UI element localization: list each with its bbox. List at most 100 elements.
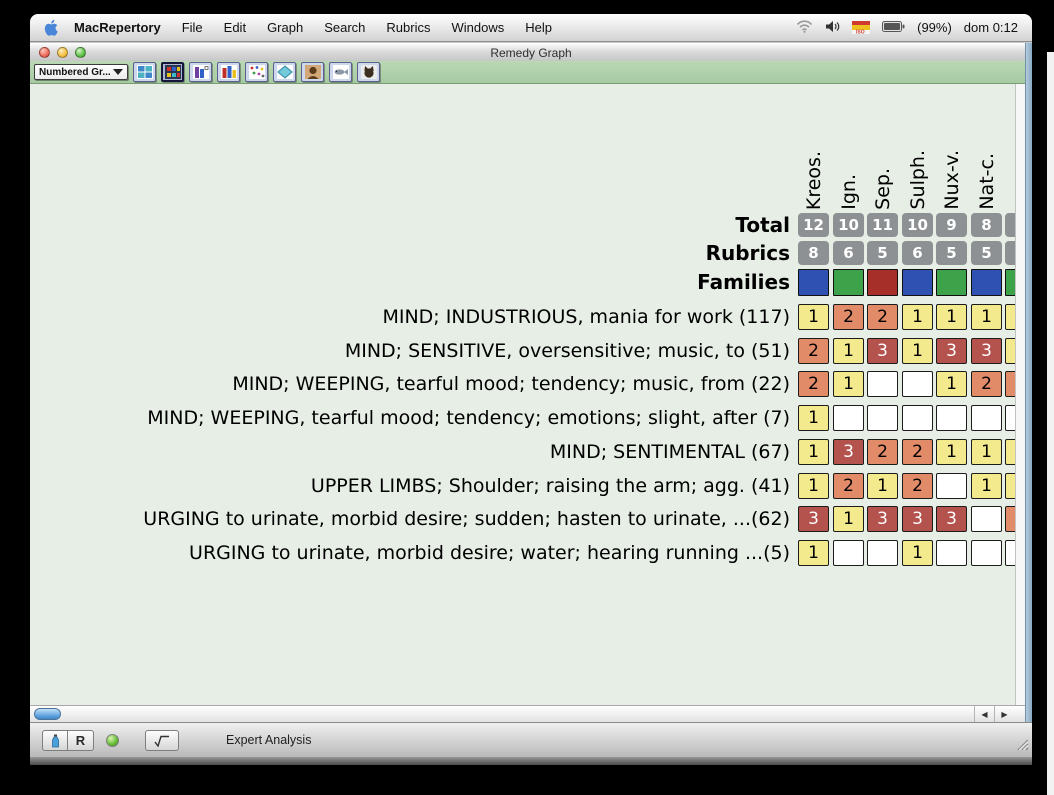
graph-style-dropdown[interactable]: Numbered Gr... xyxy=(34,64,128,80)
grade-cell[interactable]: 2 xyxy=(833,473,864,499)
grade-cell[interactable] xyxy=(1005,405,1015,431)
menu-file[interactable]: File xyxy=(182,20,203,35)
volume-icon[interactable] xyxy=(825,20,840,36)
grade-cell[interactable]: 3 xyxy=(833,439,864,465)
grade-cell[interactable]: 3 xyxy=(867,338,898,364)
grade-cell[interactable]: 1 xyxy=(867,473,898,499)
fish-view-button[interactable] xyxy=(329,62,352,82)
grade-cell[interactable] xyxy=(1005,371,1015,397)
column-header[interactable]: Nat-c. xyxy=(968,92,1005,210)
menu-search[interactable]: Search xyxy=(324,20,365,35)
column-header[interactable]: Sep. xyxy=(864,92,901,210)
menu-help[interactable]: Help xyxy=(525,20,552,35)
grade-cell[interactable] xyxy=(1005,304,1015,330)
grade-cell[interactable]: 3 xyxy=(936,338,967,364)
grade-cell[interactable]: 2 xyxy=(971,371,1002,397)
grade-cell[interactable] xyxy=(971,506,1002,532)
grade-cell[interactable]: 1 xyxy=(902,338,933,364)
quad-grid-view-button[interactable] xyxy=(133,62,156,82)
menu-graph[interactable]: Graph xyxy=(267,20,303,35)
rubric-label[interactable]: MIND; INDUSTRIOUS, mania for work (117) xyxy=(30,304,790,330)
grade-cell[interactable]: 1 xyxy=(798,405,829,431)
horizontal-scrollbar[interactable]: ◀ ▶ xyxy=(30,705,1025,722)
diamond-graph-view-button[interactable] xyxy=(273,62,296,82)
grade-cell[interactable]: 1 xyxy=(833,338,864,364)
family-cell[interactable] xyxy=(936,269,967,296)
grade-cell[interactable]: 1 xyxy=(902,304,933,330)
grade-cell[interactable]: 3 xyxy=(867,506,898,532)
family-cell[interactable] xyxy=(867,269,898,296)
grade-cell[interactable]: 2 xyxy=(798,371,829,397)
column-header[interactable]: Nux-v. xyxy=(933,92,970,210)
wifi-icon[interactable] xyxy=(796,20,813,36)
bar-graph-view-button[interactable] xyxy=(189,62,212,82)
menu-clock[interactable]: dom 0:12 xyxy=(964,20,1018,35)
grade-cell[interactable]: 3 xyxy=(971,338,1002,364)
rubric-label[interactable]: MIND; WEEPING, tearful mood; tendency; e… xyxy=(30,405,790,431)
grade-cell[interactable]: 1 xyxy=(833,506,864,532)
menu-edit[interactable]: Edit xyxy=(224,20,246,35)
grade-cell[interactable] xyxy=(833,540,864,566)
grade-cell[interactable]: 1 xyxy=(902,540,933,566)
grade-cell[interactable]: 2 xyxy=(867,439,898,465)
scroll-right-arrow[interactable]: ▶ xyxy=(994,706,1014,722)
rubric-label[interactable]: URGING to urinate, morbid desire; water;… xyxy=(30,540,790,566)
column-header[interactable]: Kreos. xyxy=(795,92,832,210)
keyboard-layout-icon[interactable]: ISO xyxy=(852,21,870,34)
menu-rubrics[interactable]: Rubrics xyxy=(386,20,430,35)
grade-cell[interactable]: 2 xyxy=(798,338,829,364)
grade-cell[interactable]: 1 xyxy=(798,439,829,465)
grade-cell[interactable] xyxy=(1005,540,1015,566)
animal-view-button[interactable] xyxy=(357,62,380,82)
grade-cell[interactable] xyxy=(867,371,898,397)
family-cell[interactable] xyxy=(902,269,933,296)
rubric-label[interactable]: URGING to urinate, morbid desire; sudden… xyxy=(30,506,790,532)
grade-cell[interactable]: 1 xyxy=(971,304,1002,330)
multibar-graph-view-button[interactable] xyxy=(217,62,240,82)
title-bar[interactable]: Remedy Graph xyxy=(30,43,1032,63)
rubric-label[interactable]: MIND; SENSITIVE, oversensitive; music, t… xyxy=(30,338,790,364)
rubric-label[interactable]: MIND; WEEPING, tearful mood; tendency; m… xyxy=(30,371,790,397)
grade-cell[interactable]: 2 xyxy=(867,304,898,330)
grade-cell[interactable]: 1 xyxy=(936,304,967,330)
family-cell[interactable] xyxy=(798,269,829,296)
grade-cell[interactable] xyxy=(1005,506,1015,532)
grade-cell[interactable]: 1 xyxy=(798,473,829,499)
grade-cell[interactable]: 1 xyxy=(798,540,829,566)
grade-cell[interactable]: 1 xyxy=(798,304,829,330)
grade-cell[interactable] xyxy=(936,540,967,566)
grade-cell[interactable] xyxy=(867,405,898,431)
grade-cell[interactable]: 3 xyxy=(902,506,933,532)
grade-cell[interactable] xyxy=(971,540,1002,566)
family-cell[interactable] xyxy=(1005,269,1015,296)
grade-cell[interactable] xyxy=(867,540,898,566)
family-cell[interactable] xyxy=(833,269,864,296)
grade-cell[interactable]: 2 xyxy=(902,473,933,499)
rubric-label[interactable]: MIND; SENTIMENTAL (67) xyxy=(30,439,790,465)
expert-analysis-button[interactable] xyxy=(145,730,179,751)
person-view-button[interactable] xyxy=(301,62,324,82)
menu-windows[interactable]: Windows xyxy=(451,20,504,35)
grade-cell[interactable]: 1 xyxy=(936,371,967,397)
grade-cell[interactable]: 1 xyxy=(971,439,1002,465)
apple-menu[interactable] xyxy=(44,19,58,36)
scroll-left-arrow[interactable]: ◀ xyxy=(974,706,994,722)
scrollbar-thumb[interactable] xyxy=(34,708,61,720)
grade-cell[interactable] xyxy=(1005,439,1015,465)
grade-cell[interactable] xyxy=(902,405,933,431)
column-header[interactable]: Sulph. xyxy=(899,92,936,210)
menu-macrepertory[interactable]: MacRepertory xyxy=(74,20,161,35)
rubric-r-button[interactable]: R xyxy=(68,730,94,751)
grade-cell[interactable]: 3 xyxy=(798,506,829,532)
grade-cell[interactable] xyxy=(1005,338,1015,364)
grade-cell[interactable] xyxy=(902,371,933,397)
scatter-graph-view-button[interactable] xyxy=(245,62,268,82)
grade-cell[interactable]: 1 xyxy=(833,371,864,397)
grade-cell[interactable]: 1 xyxy=(971,473,1002,499)
column-header[interactable]: Ign. xyxy=(830,92,867,210)
grade-cell[interactable]: 1 xyxy=(936,439,967,465)
grade-cell[interactable]: 2 xyxy=(833,304,864,330)
grade-cell[interactable] xyxy=(833,405,864,431)
remedy-bottle-button[interactable] xyxy=(42,730,68,751)
grade-cell[interactable]: 3 xyxy=(936,506,967,532)
